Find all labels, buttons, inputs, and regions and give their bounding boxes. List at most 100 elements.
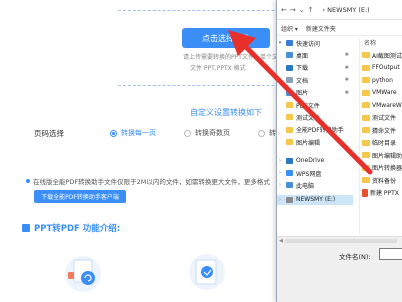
chevron-icon[interactable]: ›	[277, 182, 283, 188]
address-bar[interactable]: ← → ⌄ ↑ › NEWSMY (E:)	[277, 0, 402, 20]
download-icon	[286, 64, 293, 71]
download-client-button[interactable]: 下载全能PDF转换助手客户端	[34, 190, 126, 203]
radio-dot-icon	[184, 129, 191, 137]
file-name: 资料备份	[372, 177, 397, 185]
file-row[interactable]: 资料备份	[362, 175, 402, 185]
filename-input[interactable]	[379, 248, 402, 260]
folder-icon	[362, 102, 370, 108]
nav-item-label: 全能PDF转换助手	[296, 127, 344, 135]
file-row[interactable]: 测试文件	[362, 113, 402, 123]
folder-icon	[362, 52, 370, 58]
back-arrow-icon[interactable]: ←	[281, 6, 287, 14]
breadcrumb[interactable]: › NEWSMY (E:)	[323, 6, 370, 14]
folder-icon	[362, 127, 370, 133]
radio-label: 转换奇数页	[195, 129, 230, 137]
folder-icon	[286, 126, 293, 133]
file-name: 临时目录	[372, 140, 397, 147]
file-name: 图片编辑助手	[372, 152, 402, 160]
radio-label: 转	[269, 129, 276, 137]
file-name: 猜命文件	[372, 127, 397, 135]
column-header-name[interactable]: 名称	[364, 38, 376, 47]
radio-convert-other[interactable]: 转	[258, 128, 276, 138]
nav-item-12[interactable]: › NEWSMY (E:)	[277, 194, 353, 205]
radio-convert-every-page[interactable]: 转换每一页	[110, 128, 156, 138]
nav-item-label: PDF文件	[296, 102, 320, 110]
file-row[interactable]: python	[362, 75, 402, 85]
nav-item-7[interactable]: 全能PDF转换助手	[277, 125, 353, 135]
radio-dot-icon	[258, 129, 265, 137]
chevron-icon[interactable]: ▾	[277, 40, 283, 46]
nav-item-11[interactable]: › 此电脑	[277, 180, 353, 190]
folder-icon	[362, 139, 370, 146]
page-select-label: 页码选择	[34, 129, 64, 138]
nav-item-label: OneDrive	[296, 157, 325, 165]
edit-illustration-icon	[186, 250, 228, 290]
folder-icon	[286, 139, 293, 146]
file-name: 测试文件	[372, 115, 397, 122]
nav-item-1[interactable]: 桌面 ✱	[277, 50, 353, 60]
nav-item-5[interactable]: PDF文件	[277, 100, 353, 110]
dialog-footer	[277, 236, 402, 302]
pptx-file-icon	[362, 188, 368, 197]
nav-item-2[interactable]: 下载 ✱	[277, 63, 353, 73]
custom-settings-link[interactable]: 自定义设置转换如下	[190, 107, 262, 118]
nav-item-label: 图片编辑	[296, 139, 321, 147]
feature-title-text: PPT转PDF 功能介绍:	[34, 224, 121, 234]
chevron-icon[interactable]: ›	[277, 197, 283, 203]
file-row[interactable]: 图片编辑助手	[362, 150, 402, 160]
nav-item-10[interactable]: › WPS网盘	[277, 168, 353, 178]
dialog-toolbar: 组织 ▾ 新建文件夹	[277, 22, 402, 36]
chevron-icon[interactable]: ›	[277, 170, 283, 176]
nav-item-3[interactable]: 文档 ✱	[277, 75, 353, 85]
nav-item-9[interactable]: › OneDrive	[277, 156, 353, 166]
file-name: VMWare	[372, 89, 397, 96]
radio-convert-odd-pages[interactable]: 转换奇数页	[184, 128, 230, 138]
drive-icon	[286, 196, 293, 203]
select-file-button[interactable]: 点击选择文件	[182, 28, 270, 48]
nav-item-label: 此电脑	[296, 182, 315, 190]
horizontal-scrollbar[interactable]: ◀	[279, 238, 399, 244]
forward-arrow-icon[interactable]: →	[290, 6, 296, 14]
cloud-icon	[286, 157, 293, 164]
organize-button[interactable]: 组织 ▾	[281, 24, 298, 33]
nav-item-8[interactable]: 图片编辑	[277, 137, 353, 147]
file-row[interactable]: VMwareWin	[362, 100, 402, 110]
radio-label: 转换每一页	[121, 129, 156, 137]
file-row[interactable]: VMWare	[362, 88, 402, 98]
pin-icon: ✱	[344, 52, 349, 59]
file-open-dialog: ← → ⌄ ↑ › NEWSMY (E:) 组织 ▾ 新建文件夹 ▾ 快速访问桌面…	[276, 0, 402, 302]
folder-icon	[362, 152, 370, 158]
desktop-icon	[286, 52, 293, 59]
radio-dot-icon	[110, 129, 117, 137]
file-row[interactable]: 临时目录	[362, 138, 402, 148]
file-row[interactable]: AI截图测试	[362, 50, 402, 60]
folder-icon	[362, 77, 370, 83]
file-list: 名称 AI截图测试 FFOutput python VMWare VMwareWin 测试…	[359, 38, 402, 234]
file-row[interactable]: FFOutput	[362, 63, 402, 73]
chevron-icon[interactable]: ›	[277, 158, 283, 164]
nav-item-label: WPS网盘	[296, 170, 322, 178]
nav-item-label: 桌面	[296, 52, 309, 60]
upload-format-hint: 文件 PPT,PPTX 格式	[190, 65, 246, 72]
new-folder-button[interactable]: 新建文件夹	[306, 24, 336, 33]
scrollbar-track[interactable]	[284, 239, 397, 243]
up-arrow-icon[interactable]: ↑	[308, 6, 314, 14]
file-name: python	[372, 76, 393, 84]
folder-icon	[362, 164, 370, 171]
file-row[interactable]: 猜命文件	[362, 125, 402, 135]
folder-icon	[362, 177, 370, 183]
file-row[interactable]: 图片转换器	[362, 163, 402, 173]
scroll-left-icon[interactable]: ◀	[279, 238, 283, 244]
cloud-icon	[286, 170, 293, 176]
file-row[interactable]: 新建 PPTX	[362, 188, 402, 198]
nav-item-4[interactable]: 图片 ✱	[277, 88, 353, 98]
filename-label: 文件名(N):	[339, 253, 371, 261]
file-name: VMwareWin	[372, 101, 402, 109]
nav-item-label: 快速访问	[296, 40, 321, 48]
nav-item-6[interactable]: 测试文件	[277, 112, 353, 122]
folder-icon	[286, 114, 293, 121]
feature-intro-title: PPT转PDF 功能介绍:	[22, 222, 120, 234]
nav-item-0[interactable]: ▾ 快速访问	[277, 38, 353, 48]
chevron-down-icon[interactable]: ⌄	[299, 6, 305, 14]
notice-text: 在线版全能PDF转换助手文件仅限于2M以内的文件，如需转换更大文件，更多格式	[33, 178, 270, 186]
